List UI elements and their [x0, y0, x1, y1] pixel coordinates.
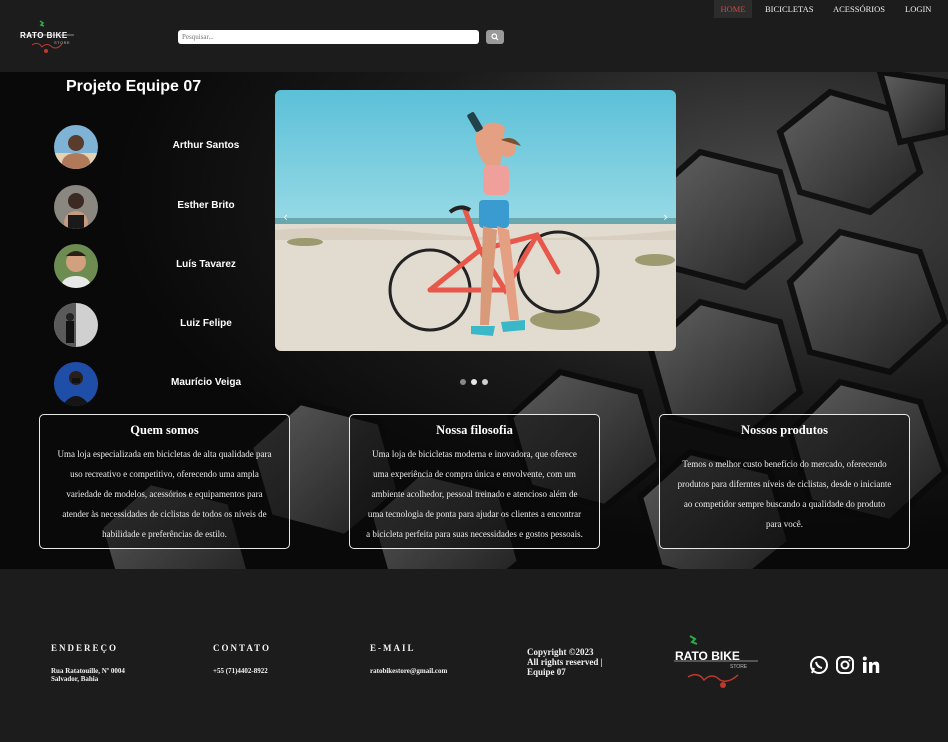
team-member: Luís Tavarez [54, 244, 254, 290]
email-title: E-MAIL [370, 643, 416, 653]
logo-text: RATO BIKE [20, 31, 68, 40]
carousel-dot[interactable] [460, 379, 466, 385]
carousel-indicators [460, 379, 494, 387]
member-name: Luís Tavarez [176, 259, 236, 270]
search-icon [491, 33, 499, 41]
card-title: Nossos produtos [741, 423, 828, 437]
footer-logo-subtext: STORE [730, 664, 748, 670]
avatar [54, 185, 98, 229]
carousel-next-button[interactable]: › [663, 210, 668, 224]
copyright-line: All rights reserved | [527, 657, 603, 667]
nav-home[interactable]: HOME [714, 0, 752, 18]
logo-subtext: STORE [54, 40, 71, 45]
avatar [54, 244, 98, 288]
team-member: Esther Brito [54, 185, 254, 231]
instagram-icon[interactable] [835, 655, 855, 675]
card-text: Uma loja de bicicletas moderna e inovado… [354, 444, 595, 544]
team-member: Luiz Felipe [54, 303, 254, 349]
avatar [54, 362, 98, 406]
card-title: Nossa filosofia [436, 423, 513, 437]
card-line: produtos para diferntes níveis de ciclis… [677, 479, 892, 489]
team-member: Maurício Veiga [54, 362, 254, 408]
search-input[interactable] [178, 30, 479, 44]
card-line: atender às necessidades de ciclistas de … [62, 509, 267, 519]
carousel-image [275, 90, 676, 351]
member-name: Arthur Santos [172, 140, 240, 151]
member-name: Luiz Felipe [180, 318, 232, 329]
card-line: Temos o melhor custo benefício do mercad… [682, 459, 887, 469]
avatar [54, 125, 98, 169]
copyright-line: Copyright ©2023 [527, 647, 594, 657]
member-name: Esther Brito [177, 200, 235, 211]
linkedin-icon[interactable] [861, 655, 881, 675]
hero-section: Projeto Equipe 07 Arthur Santos Esther B… [0, 72, 948, 569]
carousel-dot[interactable] [482, 379, 488, 385]
card-line: ao competidor sempre buscando a qualidad… [683, 499, 886, 509]
carousel-dot-active[interactable] [471, 379, 477, 385]
nav-acessorios[interactable]: ACESSÓRIOS [833, 0, 885, 18]
address-title: ENDEREÇO [51, 643, 119, 653]
address-line: Rua Ratatouille, Nº 0004 [51, 667, 125, 675]
carousel-prev-button[interactable]: ‹ [283, 210, 288, 224]
card-line: para você. [766, 519, 803, 529]
site-logo[interactable]: RATO BIKE STORE [18, 18, 78, 54]
footer-logo[interactable]: RATO BIKE STORE [668, 633, 763, 691]
nav-bicicletas[interactable]: BICICLETAS [765, 0, 813, 18]
team-member: Arthur Santos [54, 125, 254, 171]
products-card: Nossos produtos Temos o melhor custo ben… [659, 414, 910, 549]
card-title: Quem somos [130, 423, 199, 437]
contact-title: CONTATO [213, 643, 272, 653]
bike-logo-icon: RATO BIKE STORE [674, 635, 758, 688]
card-line: Uma loja especializada em bicicletas de … [57, 449, 272, 459]
card-line: a bicicleta perfeita para suas necessida… [366, 529, 583, 539]
avatar [54, 303, 98, 347]
philosophy-card: Nossa filosofia Uma loja de bicicletas m… [349, 414, 600, 549]
card-line: ambiente acolhedor, pessoal treinado e a… [371, 489, 578, 499]
card-text: Temos o melhor custo benefício do mercad… [664, 454, 905, 534]
card-line: uso recreativo e competitivo, oferecendo… [70, 469, 259, 479]
team-title: Projeto Equipe 07 [66, 78, 202, 95]
card-line: Uma loja de bicicletas moderna e inovado… [372, 449, 577, 459]
card-line: uma tecnologia de ponta para ajudar os c… [367, 509, 582, 519]
email-link[interactable]: ratobikestore@gmail.com [370, 667, 447, 675]
site-footer: ENDEREÇO Rua Ratatouille, Nº 0004 Salvad… [0, 569, 948, 742]
copyright: Copyright ©2023 All rights reserved | Eq… [527, 647, 627, 677]
nav-login[interactable]: LOGIN [905, 0, 931, 18]
search-button[interactable] [486, 30, 504, 44]
contact-phone: +55 (71)4402-8922 [213, 667, 268, 675]
card-line: habilidade e preferências de estilo. [102, 529, 227, 539]
card-line: variedade de modelos, acessórios e equip… [66, 489, 263, 499]
card-line: uma experiência de compra única e envolv… [373, 469, 576, 479]
card-text: Uma loja especializada em bicicletas de … [44, 444, 285, 544]
address-line: Salvador, Bahia [51, 675, 99, 683]
member-name: Maurício Veiga [170, 377, 242, 388]
footer-logo-text: RATO BIKE [675, 649, 740, 663]
copyright-line: Equipe 07 [527, 667, 566, 677]
image-carousel[interactable]: ‹ › [275, 90, 676, 351]
site-header: RATO BIKE STORE HOME BICICLETAS ACESSÓRI… [0, 0, 948, 73]
about-card: Quem somos Uma loja especializada em bic… [39, 414, 290, 549]
whatsapp-icon[interactable] [809, 655, 829, 675]
